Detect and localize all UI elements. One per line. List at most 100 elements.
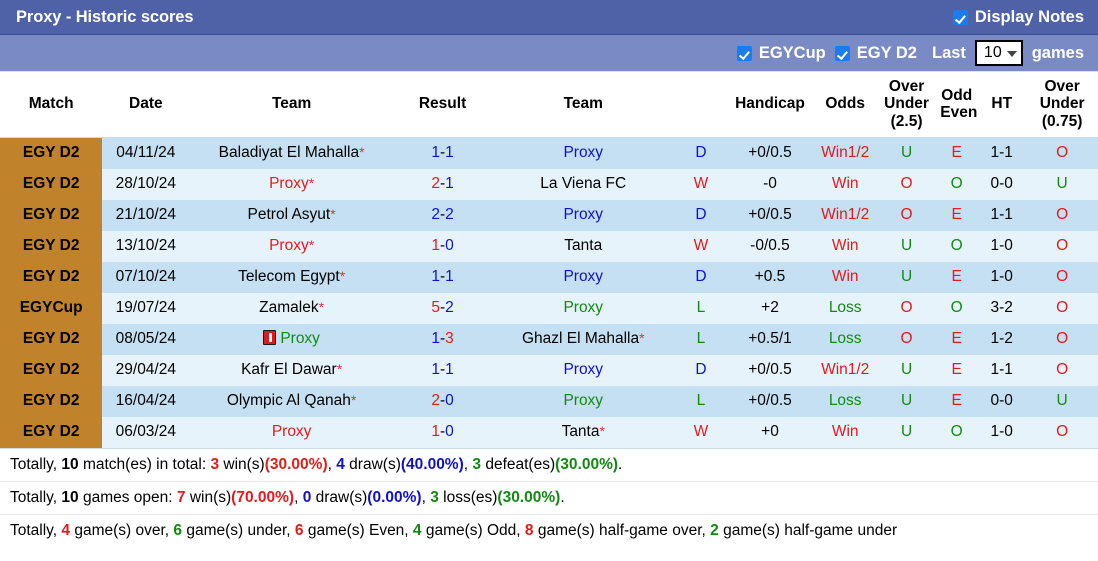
cell-match[interactable]: EGY D2	[0, 168, 103, 200]
cell-date: 21/10/24	[102, 199, 190, 231]
cell-match[interactable]: EGY D2	[0, 230, 103, 262]
th-odd-even[interactable]: Odd Even	[936, 72, 977, 139]
cell-team-home[interactable]: Olympic Al Qanah*	[189, 385, 394, 417]
th-handicap[interactable]: Handicap	[726, 72, 814, 139]
table-row[interactable]: EGY D2 04/11/24 Baladiyat El Mahalla* 1-1 Pr…	[0, 137, 1098, 169]
table-row[interactable]: EGY D2 29/04/24 Kafr El Dawar* 1-1 Proxy D +0/…	[0, 354, 1098, 386]
cell-team-away[interactable]: Proxy	[491, 354, 676, 386]
th-result[interactable]: Result	[393, 72, 492, 139]
cell-result: 2-0	[393, 385, 492, 417]
cell-match[interactable]: EGY D2	[0, 137, 103, 169]
cell-match[interactable]: EGY D2	[0, 385, 103, 417]
team-name[interactable]: Proxy	[563, 206, 603, 223]
cell-team-away[interactable]: Tanta*	[491, 416, 676, 448]
cell-team-home[interactable]: Proxy	[189, 416, 394, 448]
team-name[interactable]: Proxy	[563, 268, 603, 285]
last-games-select[interactable]: 10	[974, 40, 1023, 66]
table-row[interactable]: EGY D2 06/03/24 Proxy 1-0 Tanta* W +0 Win U O 1-0 O	[0, 416, 1098, 448]
cell-team-home[interactable]: Telecom Egypt*	[189, 261, 394, 293]
table-row[interactable]: EGYCup 19/07/24 Zamalek* 5-2 Proxy L +2 Loss O O 3…	[0, 292, 1098, 324]
cell-handicap: -0/0.5	[726, 230, 814, 262]
team-name[interactable]: Kafr El Dawar	[241, 361, 337, 378]
cell-result: 5-2	[393, 292, 492, 324]
home-indicator-asterisk: *	[308, 237, 315, 254]
th-team-home[interactable]: Team	[189, 72, 394, 139]
cell-over-under-25: O	[876, 168, 937, 200]
team-name[interactable]: Proxy	[269, 237, 309, 254]
cell-team-away[interactable]: Proxy	[491, 261, 676, 293]
team-name[interactable]: Proxy	[563, 361, 603, 378]
table-row[interactable]: EGY D2 16/04/24 Olympic Al Qanah* 2-0 Proxy L…	[0, 385, 1098, 417]
table-row[interactable]: EGY D2 08/05/24 Proxy 1-3 Ghazl El Mahalla* L…	[0, 323, 1098, 355]
filter-egyd2[interactable]: EGY D2	[834, 43, 917, 63]
team-name[interactable]: Proxy	[563, 299, 603, 316]
cell-team-home[interactable]: Proxy	[189, 323, 394, 355]
team-name[interactable]: Ghazl El Mahalla	[522, 330, 639, 347]
th-ou075-line1: Over	[1044, 78, 1080, 95]
th-over-under-25[interactable]: Over Under (2.5)	[876, 72, 937, 139]
cell-handicap: +0/0.5	[726, 385, 814, 417]
cell-team-home[interactable]: Proxy*	[189, 168, 394, 200]
cell-handicap: +0/0.5	[726, 199, 814, 231]
egyd2-label: EGY D2	[856, 43, 917, 62]
cell-team-home[interactable]: Kafr El Dawar*	[189, 354, 394, 386]
th-wdl	[675, 72, 727, 139]
team-name[interactable]: Proxy	[269, 175, 309, 192]
team-name[interactable]: Proxy	[280, 330, 320, 347]
cell-team-away[interactable]: Proxy	[491, 199, 676, 231]
cell-match[interactable]: EGY D2	[0, 199, 103, 231]
score-away: 1	[445, 361, 454, 379]
team-name[interactable]: Tanta	[564, 237, 602, 254]
filter-egycup[interactable]: EGYCup	[736, 44, 826, 63]
cell-over-under-075: O	[1026, 292, 1098, 324]
cell-team-home[interactable]: Baladiyat El Mahalla*	[189, 137, 394, 169]
team-name[interactable]: La Viena FC	[540, 175, 626, 192]
th-team-away[interactable]: Team	[491, 72, 676, 139]
cell-match[interactable]: EGY D2	[0, 354, 103, 386]
cell-team-away[interactable]: Proxy	[491, 292, 676, 324]
egycup-checkbox[interactable]	[736, 45, 752, 61]
cell-team-away[interactable]: Ghazl El Mahalla*	[491, 323, 676, 355]
th-match[interactable]: Match	[0, 72, 103, 139]
cell-team-away[interactable]: Tanta	[491, 230, 676, 262]
team-name[interactable]: Proxy	[563, 144, 603, 161]
cell-ht: 1-0	[977, 230, 1027, 262]
th-ou25-line2: Under	[884, 95, 929, 113]
team-name[interactable]: Proxy	[563, 392, 603, 409]
egyd2-checkbox[interactable]	[834, 45, 850, 61]
cell-match[interactable]: EGY D2	[0, 261, 103, 293]
cell-odd-even: O	[936, 416, 978, 448]
team-name[interactable]: Baladiyat El Mahalla	[219, 144, 359, 161]
table-row[interactable]: EGY D2 07/10/24 Telecom Egypt* 1-1 Proxy D +0.…	[0, 261, 1098, 293]
cell-team-away[interactable]: Proxy	[491, 137, 676, 169]
cell-match[interactable]: EGYCup	[0, 292, 103, 324]
score-home: 1	[431, 237, 440, 255]
team-name[interactable]: Olympic Al Qanah	[227, 392, 351, 409]
team-name[interactable]: Proxy	[272, 423, 312, 440]
team-name[interactable]: Telecom Egypt	[238, 268, 340, 285]
cell-team-home[interactable]: Proxy*	[189, 230, 394, 262]
team-name[interactable]: Petrol Asyut	[248, 206, 331, 223]
titlebar-controls: Display Notes	[952, 8, 1084, 27]
cell-team-home[interactable]: Zamalek*	[189, 292, 394, 324]
table-row[interactable]: EGY D2 21/10/24 Petrol Asyut* 2-2 Proxy D +0/0…	[0, 199, 1098, 231]
cell-team-away[interactable]: Proxy	[491, 385, 676, 417]
score-away: 1	[445, 144, 454, 162]
cell-odd-even: E	[936, 261, 978, 293]
th-date[interactable]: Date	[102, 72, 190, 139]
th-ht[interactable]: HT	[977, 72, 1027, 139]
th-odds[interactable]: Odds	[813, 72, 877, 139]
team-name[interactable]: Zamalek	[259, 299, 318, 316]
team-name[interactable]: Tanta	[562, 423, 600, 440]
cell-ht: 1-0	[977, 261, 1027, 293]
cell-over-under-075: O	[1026, 137, 1098, 169]
table-row[interactable]: EGY D2 28/10/24 Proxy* 2-1 La Viena FC W -0 Win…	[0, 168, 1098, 200]
cell-match[interactable]: EGY D2	[0, 416, 103, 448]
th-over-under-075[interactable]: Over Under (0.75)	[1026, 72, 1098, 139]
display-notes-checkbox[interactable]	[952, 9, 968, 25]
table-row[interactable]: EGY D2 13/10/24 Proxy* 1-0 Tanta W -0/0.5 Win U O…	[0, 230, 1098, 262]
cell-team-away[interactable]: La Viena FC	[491, 168, 676, 200]
cell-team-home[interactable]: Petrol Asyut*	[189, 199, 394, 231]
cell-odd-even: O	[936, 230, 978, 262]
cell-match[interactable]: EGY D2	[0, 323, 103, 355]
